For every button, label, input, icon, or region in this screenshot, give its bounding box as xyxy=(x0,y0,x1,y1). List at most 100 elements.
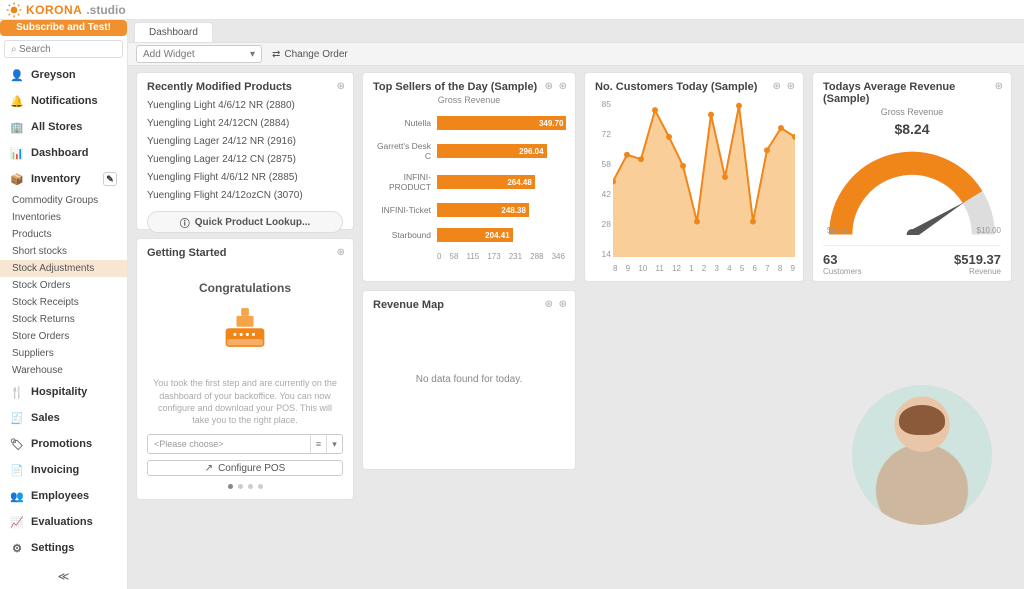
user-icon: 👤 xyxy=(10,69,24,82)
chart-subtitle: Gross Revenue xyxy=(823,107,1001,117)
list-item[interactable]: Yuengling Light 4/6/12 NR (2880) xyxy=(147,100,343,111)
card-title: Getting Started xyxy=(147,247,226,259)
card-getting-started: Getting Started ⊛ Congratulations You to… xyxy=(136,238,354,500)
tag-icon: 🏷 xyxy=(10,438,24,451)
congrats-heading: Congratulations xyxy=(199,281,291,295)
card-title: Top Sellers of the Day (Sample) xyxy=(373,81,565,93)
search-input[interactable] xyxy=(4,40,123,58)
list-icon[interactable]: ≡ xyxy=(310,435,326,453)
invoice-icon: 📄 xyxy=(10,464,24,477)
revenue-amount: $519.37 xyxy=(954,252,1001,267)
nav-sales[interactable]: 🧾Sales xyxy=(0,405,127,431)
nav-sub-stock-returns[interactable]: Stock Returns xyxy=(0,311,127,328)
nav-promotions[interactable]: 🏷Promotions xyxy=(0,431,127,457)
gauge-chart xyxy=(823,145,1001,235)
nav-inventory[interactable]: 📦Inventory✎ xyxy=(0,166,127,192)
nav-sub-store-orders[interactable]: Store Orders xyxy=(0,328,127,345)
bar-row: Nutella 349.70 xyxy=(373,116,565,130)
chevron-down-icon: ▾ xyxy=(250,49,255,60)
bell-icon: 🔔 xyxy=(10,95,24,108)
brand-name-1: KORONA xyxy=(26,3,82,17)
empty-state-text: No data found for today. xyxy=(416,374,523,385)
box-icon: 📦 xyxy=(10,173,24,186)
brand-name-2: .studio xyxy=(86,3,125,17)
nav-user[interactable]: 👤Greyson xyxy=(0,62,127,88)
gauge-max: $10.00 xyxy=(977,226,1001,235)
edit-icon[interactable]: ✎ xyxy=(103,172,117,186)
subscribe-banner[interactable]: Subscribe and Test! xyxy=(0,20,127,36)
nav-employees[interactable]: 👥Employees xyxy=(0,483,127,509)
brand-logo: KORONA .studio xyxy=(6,2,126,18)
card-title: No. Customers Today (Sample) xyxy=(595,81,793,93)
configure-pos-button[interactable]: ↗Configure POS xyxy=(147,460,343,476)
fork-icon: 🍴 xyxy=(10,386,24,399)
pager-dots[interactable] xyxy=(228,484,263,489)
collapse-sidebar[interactable]: ≪ xyxy=(0,570,127,583)
card-settings-icon[interactable]: ⊛ xyxy=(545,299,553,310)
card-settings-icon[interactable]: ⊛ xyxy=(545,81,553,92)
people-icon: 👥 xyxy=(10,490,24,503)
card-title: Todays Average Revenue (Sample) xyxy=(823,81,1001,105)
list-item[interactable]: Yuengling Lager 24/12 CN (2875) xyxy=(147,154,343,165)
nav-sub-stock-adjustments[interactable]: Stock Adjustments xyxy=(0,260,127,277)
card-title: Revenue Map xyxy=(373,299,444,311)
bar-row: Garrett's Desk C 296.04 xyxy=(373,141,565,161)
receipt-icon: 🧾 xyxy=(10,412,24,425)
bar-label: Garrett's Desk C xyxy=(373,141,431,161)
nav-sub-inventories[interactable]: Inventories xyxy=(0,209,127,226)
list-item[interactable]: Yuengling Lager 24/12 NR (2916) xyxy=(147,136,343,147)
info-icon: ⓘ xyxy=(180,215,190,230)
sidebar: Subscribe and Test! ⌕ 👤Greyson 🔔Notifica… xyxy=(0,20,128,589)
swap-icon: ⇄ xyxy=(272,49,280,60)
change-order-button[interactable]: ⇄Change Order xyxy=(272,49,348,60)
nav-sub-stock-receipts[interactable]: Stock Receipts xyxy=(0,294,127,311)
list-item[interactable]: Yuengling Flight 24/12ozCN (3070) xyxy=(147,190,343,201)
card-top-sellers: Top Sellers of the Day (Sample) ⊛ ⊛ Gros… xyxy=(362,72,576,282)
nav-sub-suppliers[interactable]: Suppliers xyxy=(0,345,127,362)
bar-label: Starbound xyxy=(373,230,431,240)
card-customers-today: No. Customers Today (Sample) ⊛ ⊛ 8572584… xyxy=(584,72,804,282)
register-icon xyxy=(210,305,280,351)
chart-subtitle: Gross Revenue xyxy=(373,95,565,105)
list-item[interactable]: Yuengling Light 24/12CN (2884) xyxy=(147,118,343,129)
sun-icon xyxy=(6,2,22,18)
card-close-icon[interactable]: ⊛ xyxy=(559,81,567,92)
nav-sub-commodity-groups[interactable]: Commodity Groups xyxy=(0,192,127,209)
card-recently-modified-products: Recently Modified Products ⊛ Yuengling L… xyxy=(136,72,354,230)
nav-sub-products[interactable]: Products xyxy=(0,226,127,243)
bar-row: INFINI-Ticket 248.38 xyxy=(373,203,565,217)
search-icon: ⌕ xyxy=(11,44,17,55)
bar-label: INFINI-Ticket xyxy=(373,205,431,215)
bar-label: Nutella xyxy=(373,118,431,128)
nav-evaluations[interactable]: 📈Evaluations xyxy=(0,509,127,535)
card-settings-icon[interactable]: ⊛ xyxy=(995,81,1003,92)
card-settings-icon[interactable]: ⊛ xyxy=(337,81,345,92)
pos-choose-select[interactable]: <Please choose> ≡▾ xyxy=(147,434,343,454)
external-icon: ↗ xyxy=(205,463,213,474)
gauge-min: $0.00 xyxy=(827,226,847,235)
add-widget-select[interactable]: Add Widget▾ xyxy=(136,45,262,63)
list-item[interactable]: Yuengling Flight 4/6/12 NR (2885) xyxy=(147,172,343,183)
nav-dashboard[interactable]: 📊Dashboard xyxy=(0,140,127,166)
gauge-amount: $8.24 xyxy=(823,121,1001,137)
chevron-down-icon[interactable]: ▾ xyxy=(326,435,342,453)
gear-icon: ⚙ xyxy=(10,542,24,555)
card-close-icon[interactable]: ⊛ xyxy=(559,299,567,310)
card-average-revenue: Todays Average Revenue (Sample) ⊛ Gross … xyxy=(812,72,1012,282)
nav-all-stores[interactable]: 🏢All Stores xyxy=(0,114,127,140)
nav-hospitality[interactable]: 🍴Hospitality xyxy=(0,379,127,405)
card-close-icon[interactable]: ⊛ xyxy=(787,81,795,92)
chart-icon: 📈 xyxy=(10,516,24,529)
nav-sub-short-stocks[interactable]: Short stocks xyxy=(0,243,127,260)
nav-settings[interactable]: ⚙Settings xyxy=(0,535,127,561)
card-title: Recently Modified Products xyxy=(147,81,343,93)
card-settings-icon[interactable]: ⊛ xyxy=(773,81,781,92)
nav-invoicing[interactable]: 📄Invoicing xyxy=(0,457,127,483)
nav-sub-stock-orders[interactable]: Stock Orders xyxy=(0,277,127,294)
card-settings-icon[interactable]: ⊛ xyxy=(337,247,345,258)
quick-product-lookup-button[interactable]: ⓘQuick Product Lookup... xyxy=(147,211,343,233)
tab-dashboard[interactable]: Dashboard xyxy=(134,22,213,42)
nav-notifications[interactable]: 🔔Notifications xyxy=(0,88,127,114)
gauge-icon: 📊 xyxy=(10,147,24,160)
nav-sub-warehouse[interactable]: Warehouse xyxy=(0,362,127,379)
